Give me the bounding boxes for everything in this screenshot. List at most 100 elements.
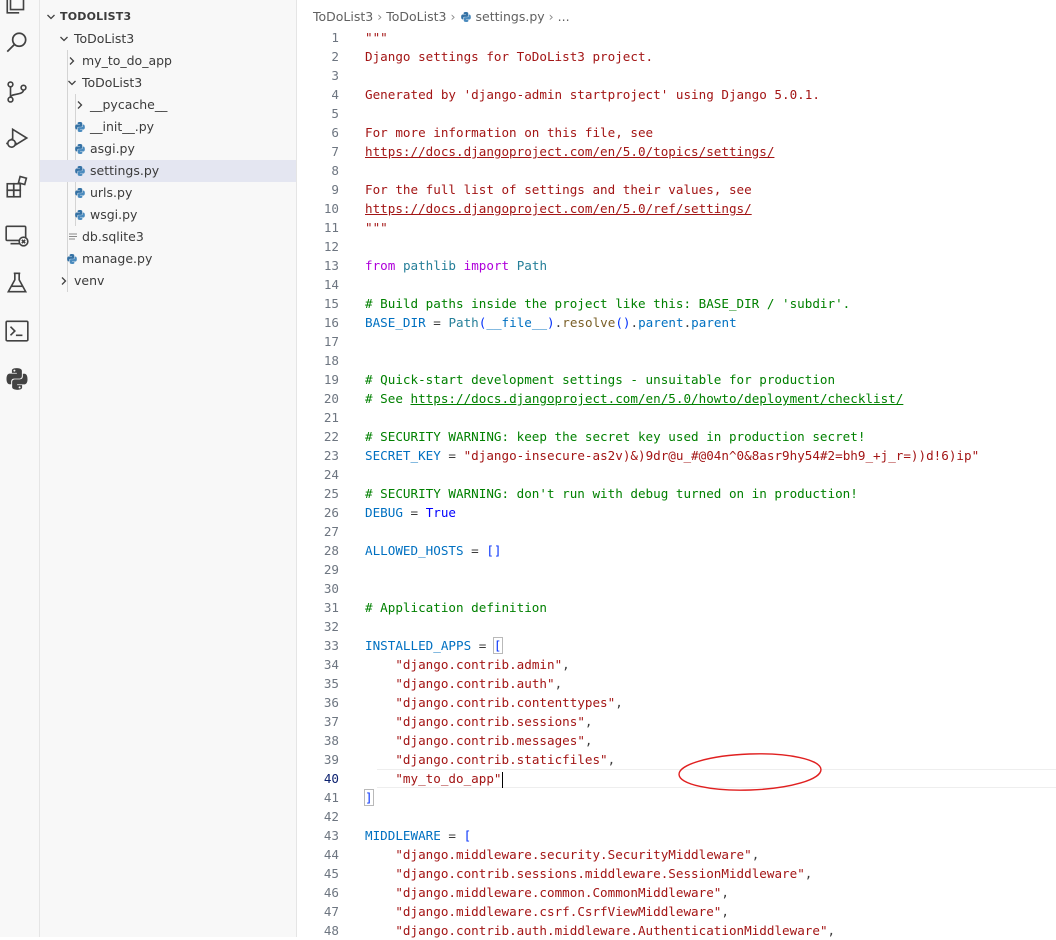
code-text: """ [365,30,388,45]
tree-item-file[interactable]: wsgi.py [40,204,296,226]
code-line[interactable]: 8 [297,161,1056,180]
database-file-icon [67,226,81,248]
code-line[interactable]: 46 "django.middleware.common.CommonMiddl… [297,883,1056,902]
code-line[interactable]: 10 https://docs.djangoproject.com/en/5.0/… [297,199,1056,218]
testing-icon[interactable] [4,270,30,296]
tree-item-file-selected[interactable]: settings.py [40,160,296,182]
code-text: For more information on this file, see [365,125,654,140]
code-line[interactable]: 33 INSTALLED_APPS = [ [297,636,1056,655]
explorer-section-header[interactable]: TODOLIST3 [40,6,296,28]
tree-item-folder[interactable]: ToDoList3 [40,28,296,50]
code-line[interactable]: 4 Generated by 'django-admin startproject… [297,85,1056,104]
code-line[interactable]: 15 # Build paths inside the project like … [297,294,1056,313]
line-number: 6 [331,125,339,140]
code-line[interactable]: 2 Django settings for ToDoList3 project. [297,47,1056,66]
chevron-right-icon [59,270,71,292]
line-number: 11 [323,220,339,235]
code-line[interactable]: 5 [297,104,1056,123]
code-line[interactable]: 13 from pathlib import Path [297,256,1056,275]
code-line[interactable]: 12 [297,237,1056,256]
code-text: "django.contrib.sessions", [395,714,593,729]
tree-item-file[interactable]: __init__.py [40,116,296,138]
code-line[interactable]: 16 BASE_DIR = Path(__file__).resolve().pa… [297,313,1056,332]
code-line[interactable]: 7 https://docs.djangoproject.com/en/5.0/t… [297,142,1056,161]
code-line[interactable]: 38 "django.contrib.messages", [297,731,1056,750]
code-line[interactable]: 23 SECRET_KEY = "django-insecure-as2v)&)9… [297,446,1056,465]
line-number: 31 [323,600,339,615]
code-text: Generated by 'django-admin startproject'… [365,87,820,102]
code-line[interactable]: 24 [297,465,1056,484]
code-line[interactable]: 44 "django.middleware.security.SecurityM… [297,845,1056,864]
breadcrumb-more[interactable]: ... [558,9,570,24]
code-line[interactable]: 25 # SECURITY WARNING: don't run with deb… [297,484,1056,503]
remote-explorer-icon[interactable] [4,222,30,248]
code-line[interactable]: 3 [297,66,1056,85]
code-line[interactable]: 20 # See https://docs.djangoproject.com/e… [297,389,1056,408]
code-line[interactable]: 42 [297,807,1056,826]
tree-item-file[interactable]: manage.py [40,248,296,270]
line-number: 12 [323,239,339,254]
code-line[interactable]: 30 [297,579,1056,598]
code-line[interactable]: 32 [297,617,1056,636]
tree-item-file[interactable]: urls.py [40,182,296,204]
code-line[interactable]: 1 """ [297,28,1056,47]
code-line[interactable]: 27 [297,522,1056,541]
code-line[interactable]: 43 MIDDLEWARE = [ [297,826,1056,845]
tree-item-folder[interactable]: venv [40,270,296,292]
tree-item-folder[interactable]: my_to_do_app [40,50,296,72]
python-file-icon [74,182,88,204]
line-number: 4 [331,87,339,102]
code-line[interactable]: 9 For the full list of settings and their… [297,180,1056,199]
line-number: 29 [323,562,339,577]
terminal-icon[interactable] [4,318,30,344]
files-icon[interactable] [4,0,30,16]
code-text: # Application definition [365,600,547,615]
breadcrumb-folder[interactable]: ToDoList3 [386,9,446,24]
code-line[interactable]: 18 [297,351,1056,370]
breadcrumb-file[interactable]: settings.py [476,9,545,24]
line-number: 30 [323,581,339,596]
code-line[interactable]: 37 "django.contrib.sessions", [297,712,1056,731]
code-line[interactable]: 28 ALLOWED_HOSTS = [] [297,541,1056,560]
tree-item-folder[interactable]: __pycache__ [40,94,296,116]
run-debug-icon[interactable] [4,125,30,151]
extensions-icon[interactable] [4,174,30,200]
code-line[interactable]: 17 [297,332,1056,351]
code-text: DEBUG = True [365,505,457,520]
tree-item-file[interactable]: asgi.py [40,138,296,160]
code-text: MIDDLEWARE = [ [365,828,472,843]
code-line[interactable]: 11 """ [297,218,1056,237]
code-line[interactable]: 36 "django.contrib.contenttypes", [297,693,1056,712]
code-line[interactable]: 19 # Quick-start development settings - u… [297,370,1056,389]
code-line[interactable]: 22 # SECURITY WARNING: keep the secret ke… [297,427,1056,446]
tree-item-file[interactable]: db.sqlite3 [40,226,296,248]
code-line[interactable]: 26 DEBUG = True [297,503,1056,522]
tree-item-label: ToDoList3 [82,75,143,90]
code-text: BASE_DIR = Path(__file__).resolve().pare… [365,315,737,330]
line-number: 2 [331,49,339,64]
tree-item-label: settings.py [90,163,160,178]
code-editor[interactable]: 1 """ 2 Django settings for ToDoList3 proje… [297,28,1056,940]
source-control-icon[interactable] [4,79,30,105]
code-line[interactable]: 45 "django.contrib.sessions.middleware.S… [297,864,1056,883]
code-line[interactable]: 14 [297,275,1056,294]
code-line[interactable]: 31 # Application definition [297,598,1056,617]
search-icon[interactable] [4,30,30,56]
code-line[interactable]: 48 "django.contrib.auth.middleware.Authe… [297,921,1056,940]
breadcrumb-root[interactable]: ToDoList3 [313,9,373,24]
code-text: "django.contrib.contenttypes", [395,695,623,710]
python-icon[interactable] [4,366,30,392]
code-text: SECRET_KEY = "django-insecure-as2v)&)9dr… [365,448,980,463]
code-line[interactable]: 21 [297,408,1056,427]
line-number: 7 [331,144,339,159]
code-line[interactable]: 35 "django.contrib.auth", [297,674,1056,693]
code-text: "django.contrib.messages", [395,733,593,748]
code-line[interactable]: 6 For more information on this file, see [297,123,1056,142]
tree-item-folder[interactable]: ToDoList3 [40,72,296,94]
code-text: # See https://docs.djangoproject.com/en/… [365,391,904,406]
code-line[interactable]: 34 "django.contrib.admin", [297,655,1056,674]
code-line[interactable]: 47 "django.middleware.csrf.CsrfViewMiddl… [297,902,1056,921]
chevron-down-icon [59,28,71,50]
code-line[interactable]: 29 [297,560,1056,579]
line-number: 36 [323,695,339,710]
